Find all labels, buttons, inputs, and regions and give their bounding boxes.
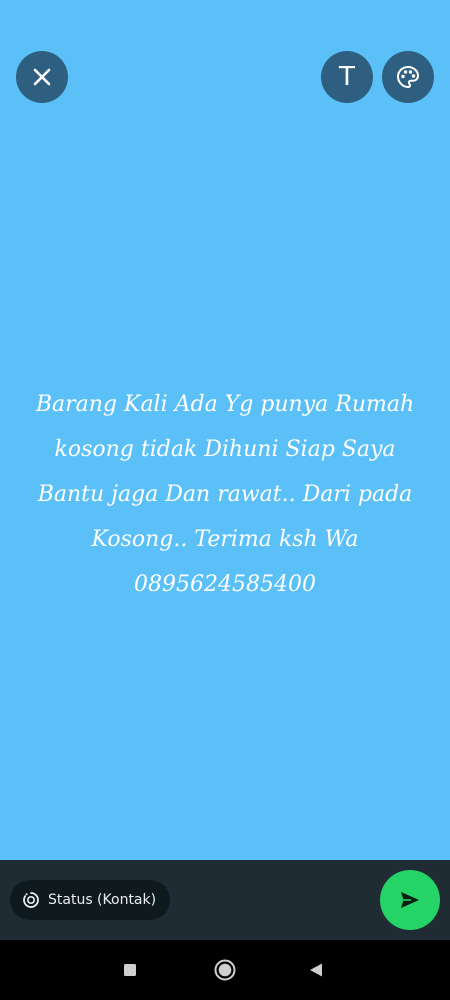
text-tool-button[interactable]: T	[321, 51, 373, 103]
back-icon	[310, 963, 322, 977]
system-navigation-bar	[0, 940, 450, 1000]
status-icon	[23, 892, 39, 908]
status-canvas[interactable]: T Barang Kali Ada Yg punya Rumah kosong …	[0, 0, 450, 860]
home-icon	[214, 959, 236, 981]
close-icon	[33, 68, 51, 86]
palette-icon	[396, 65, 420, 89]
status-audience-button[interactable]: Status (Kontak)	[10, 880, 171, 920]
send-button[interactable]	[380, 870, 440, 930]
home-button[interactable]	[213, 958, 237, 982]
back-button[interactable]	[304, 958, 328, 982]
text-tool-label: T	[339, 62, 355, 92]
status-audience-label: Status (Kontak)	[48, 892, 157, 908]
bottom-bar: Status (Kontak)	[0, 860, 450, 940]
send-icon	[401, 892, 419, 908]
close-button[interactable]	[16, 51, 68, 103]
recents-button[interactable]	[118, 958, 142, 982]
status-text[interactable]: Barang Kali Ada Yg punya Rumah kosong ti…	[20, 382, 430, 607]
recents-icon	[124, 964, 136, 976]
color-palette-button[interactable]	[382, 51, 434, 103]
